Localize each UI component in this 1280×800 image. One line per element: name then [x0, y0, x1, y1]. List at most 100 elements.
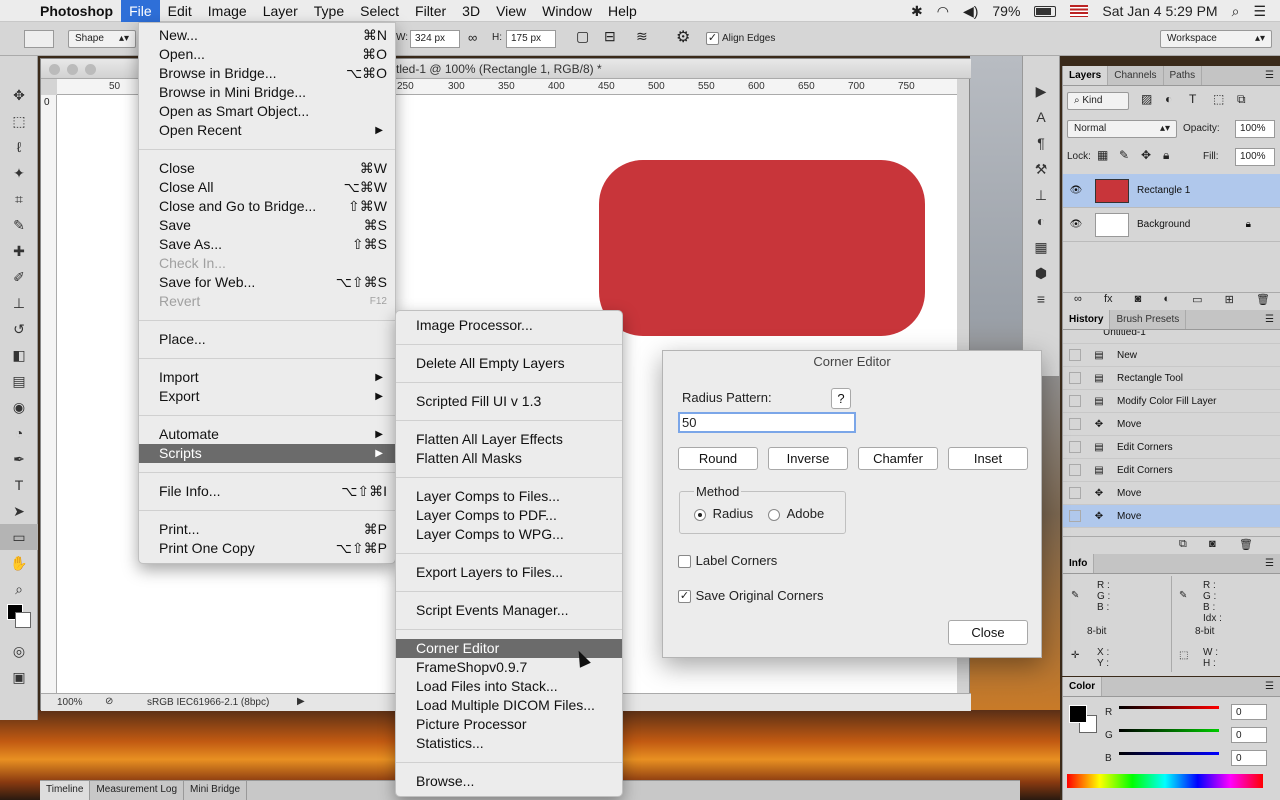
brush-tool-icon[interactable]: ✐	[0, 264, 38, 290]
wifi-icon[interactable]: ◠	[937, 3, 949, 20]
layer-row-background[interactable]: 👁︎ Background 🔒︎	[1063, 208, 1280, 242]
eyedropper-tool-icon[interactable]: ✎	[0, 212, 38, 238]
marquee-tool-icon[interactable]: ⬚	[0, 108, 38, 134]
blend-mode-dropdown[interactable]: Normal ▴▾	[1067, 120, 1177, 138]
eyedropper-icon[interactable]: ✎	[1071, 590, 1079, 601]
new-adjustment-icon[interactable]: ◐	[1163, 293, 1170, 310]
menu-view[interactable]: View	[488, 0, 534, 22]
path-selection-tool-icon[interactable]: ➤	[0, 498, 38, 524]
history-brush-source-box[interactable]	[1069, 441, 1081, 453]
menu-select[interactable]: Select	[352, 0, 407, 22]
properties-icon[interactable]: ≡	[1023, 286, 1059, 312]
color-spectrum-ramp[interactable]	[1067, 774, 1263, 788]
adjustments-icon[interactable]: ◐	[1023, 208, 1059, 234]
align-edges-checkbox[interactable]: ✓	[706, 32, 719, 45]
zoom-window-button[interactable]	[85, 64, 96, 75]
battery-percent[interactable]: 79%	[992, 3, 1020, 19]
shape-mode-dropdown[interactable]: Shape ▴▾	[68, 30, 136, 48]
move-tool-icon[interactable]: ✥	[0, 82, 38, 108]
inverse-button[interactable]: Inverse	[768, 447, 848, 470]
delete-state-icon[interactable]: 🗑︎	[1239, 538, 1253, 551]
history-state-row[interactable]: ✥ Move	[1063, 482, 1280, 505]
pen-tool-icon[interactable]: ✒	[0, 446, 38, 472]
tab-channels[interactable]: Channels	[1108, 66, 1164, 85]
scripts-menu-item-browse[interactable]: Browse...	[396, 772, 622, 791]
menu-image[interactable]: Image	[200, 0, 255, 22]
tab-paths[interactable]: Paths	[1164, 66, 1203, 85]
inset-button[interactable]: Inset	[948, 447, 1028, 470]
filter-type-icon[interactable]: T	[1189, 92, 1196, 106]
path-alignment-icon[interactable]: ⊟	[604, 28, 616, 45]
file-menu-item-save-as[interactable]: Save As... ⇧⌘S	[139, 235, 395, 254]
filter-shape-icon[interactable]: ⬚	[1213, 92, 1224, 106]
scripts-menu-item-statistics[interactable]: Statistics...	[396, 734, 622, 753]
menu-type[interactable]: Type	[306, 0, 352, 22]
round-button[interactable]: Round	[678, 447, 758, 470]
gradient-tool-icon[interactable]: ▤	[0, 368, 38, 394]
history-brush-source-box[interactable]	[1069, 349, 1081, 361]
close-button[interactable]: Close	[948, 620, 1028, 645]
zoom-tool-icon[interactable]: ⌕	[0, 576, 38, 602]
dodge-tool-icon[interactable]: ◔	[0, 420, 38, 446]
scripts-menu-item-corner-editor[interactable]: Corner Editor	[396, 639, 622, 658]
file-menu-item-save-for-web[interactable]: Save for Web... ⌥⇧⌘S	[139, 273, 395, 292]
tool-preset-picker[interactable]	[24, 30, 54, 48]
quick-mask-icon[interactable]: ◎	[0, 638, 38, 664]
history-state-row[interactable]: ▤ Edit Corners	[1063, 436, 1280, 459]
history-state-row[interactable]: ▤ Rectangle Tool	[1063, 367, 1280, 390]
bluetooth-icon[interactable]: ✱	[911, 3, 923, 20]
history-state-row[interactable]: ▤ Edit Corners	[1063, 459, 1280, 482]
rectangle-tool-icon[interactable]: ▭	[0, 524, 38, 550]
scripts-menu-item-layer-comps-to-wpg[interactable]: Layer Comps to WPG...	[396, 525, 622, 544]
history-brush-source-box[interactable]	[1069, 510, 1081, 522]
zoom-level[interactable]: 100%	[57, 697, 83, 708]
scripts-menu-item-picture-processor[interactable]: Picture Processor	[396, 715, 622, 734]
3d-panel-icon[interactable]: ⬢	[1023, 260, 1059, 286]
file-menu-item-new[interactable]: New... ⌘N	[139, 26, 395, 45]
layer-filter-kind[interactable]: ⌕ Kind	[1067, 92, 1129, 110]
delete-layer-icon[interactable]: 🗑︎	[1256, 293, 1270, 310]
chamfer-button[interactable]: Chamfer	[858, 447, 938, 470]
menu-file[interactable]: File	[121, 0, 160, 22]
history-brush-source-box[interactable]	[1069, 464, 1081, 476]
tab-color[interactable]: Color	[1063, 677, 1103, 696]
file-menu-item-close-all[interactable]: Close All ⌥⌘W	[139, 178, 395, 197]
opacity-field[interactable]: 100%	[1235, 120, 1275, 138]
file-menu-item-close-and-go-to-bridge[interactable]: Close and Go to Bridge... ⇧⌘W	[139, 197, 395, 216]
save-original-corners-box[interactable]: ✓	[678, 590, 691, 604]
tab-history[interactable]: History	[1063, 310, 1111, 329]
label-corners-checkbox[interactable]: Label Corners	[678, 553, 777, 569]
tab-info[interactable]: Info	[1063, 554, 1095, 573]
tab-timeline[interactable]: Timeline	[40, 781, 91, 800]
eraser-tool-icon[interactable]: ◧	[0, 342, 38, 368]
menu-filter[interactable]: Filter	[407, 0, 454, 22]
app-name-menu[interactable]: Photoshop	[32, 0, 121, 22]
radius-radio-dot[interactable]	[694, 508, 706, 521]
menu-3d[interactable]: 3D	[454, 0, 488, 22]
color-value-r[interactable]: 0	[1231, 704, 1267, 720]
path-operations-icon[interactable]: ▢	[576, 28, 589, 45]
adobe-radio[interactable]: Adobe	[768, 506, 824, 521]
scripts-menu-item-image-processor[interactable]: Image Processor...	[396, 316, 622, 335]
lock-all-icon[interactable]: 🔒︎	[1163, 148, 1169, 163]
scripts-menu-item-export-layers-to-files[interactable]: Export Layers to Files...	[396, 563, 622, 582]
file-menu-item-open-recent[interactable]: Open Recent ▶	[139, 121, 395, 140]
scripts-menu-item-load-files-into-stack[interactable]: Load Files into Stack...	[396, 677, 622, 696]
paragraph-panel-icon[interactable]: ¶	[1023, 130, 1059, 156]
battery-icon[interactable]	[1034, 5, 1057, 17]
radius-radio[interactable]: Radius	[694, 506, 753, 521]
layer-style-icon[interactable]: fx	[1104, 293, 1113, 310]
panel-menu-icon[interactable]: ☰	[1265, 66, 1280, 85]
volume-icon[interactable]: ◀)	[963, 3, 978, 20]
fill-field[interactable]: 100%	[1235, 148, 1275, 166]
scripts-menu-item-flatten-all-masks[interactable]: Flatten All Masks	[396, 449, 622, 468]
file-menu-item-open[interactable]: Open... ⌘O	[139, 45, 395, 64]
close-window-button[interactable]	[49, 64, 60, 75]
file-menu-item-browse-in-bridge[interactable]: Browse in Bridge... ⌥⌘O	[139, 64, 395, 83]
color-slider-r[interactable]: R 0	[1105, 704, 1275, 724]
layer-name[interactable]: Background	[1137, 219, 1190, 230]
history-state-row[interactable]: ✥ Move	[1063, 413, 1280, 436]
history-brush-source-box[interactable]	[1069, 372, 1081, 384]
panel-menu-icon[interactable]: ☰	[1265, 310, 1280, 329]
file-menu-item-close[interactable]: Close ⌘W	[139, 159, 395, 178]
